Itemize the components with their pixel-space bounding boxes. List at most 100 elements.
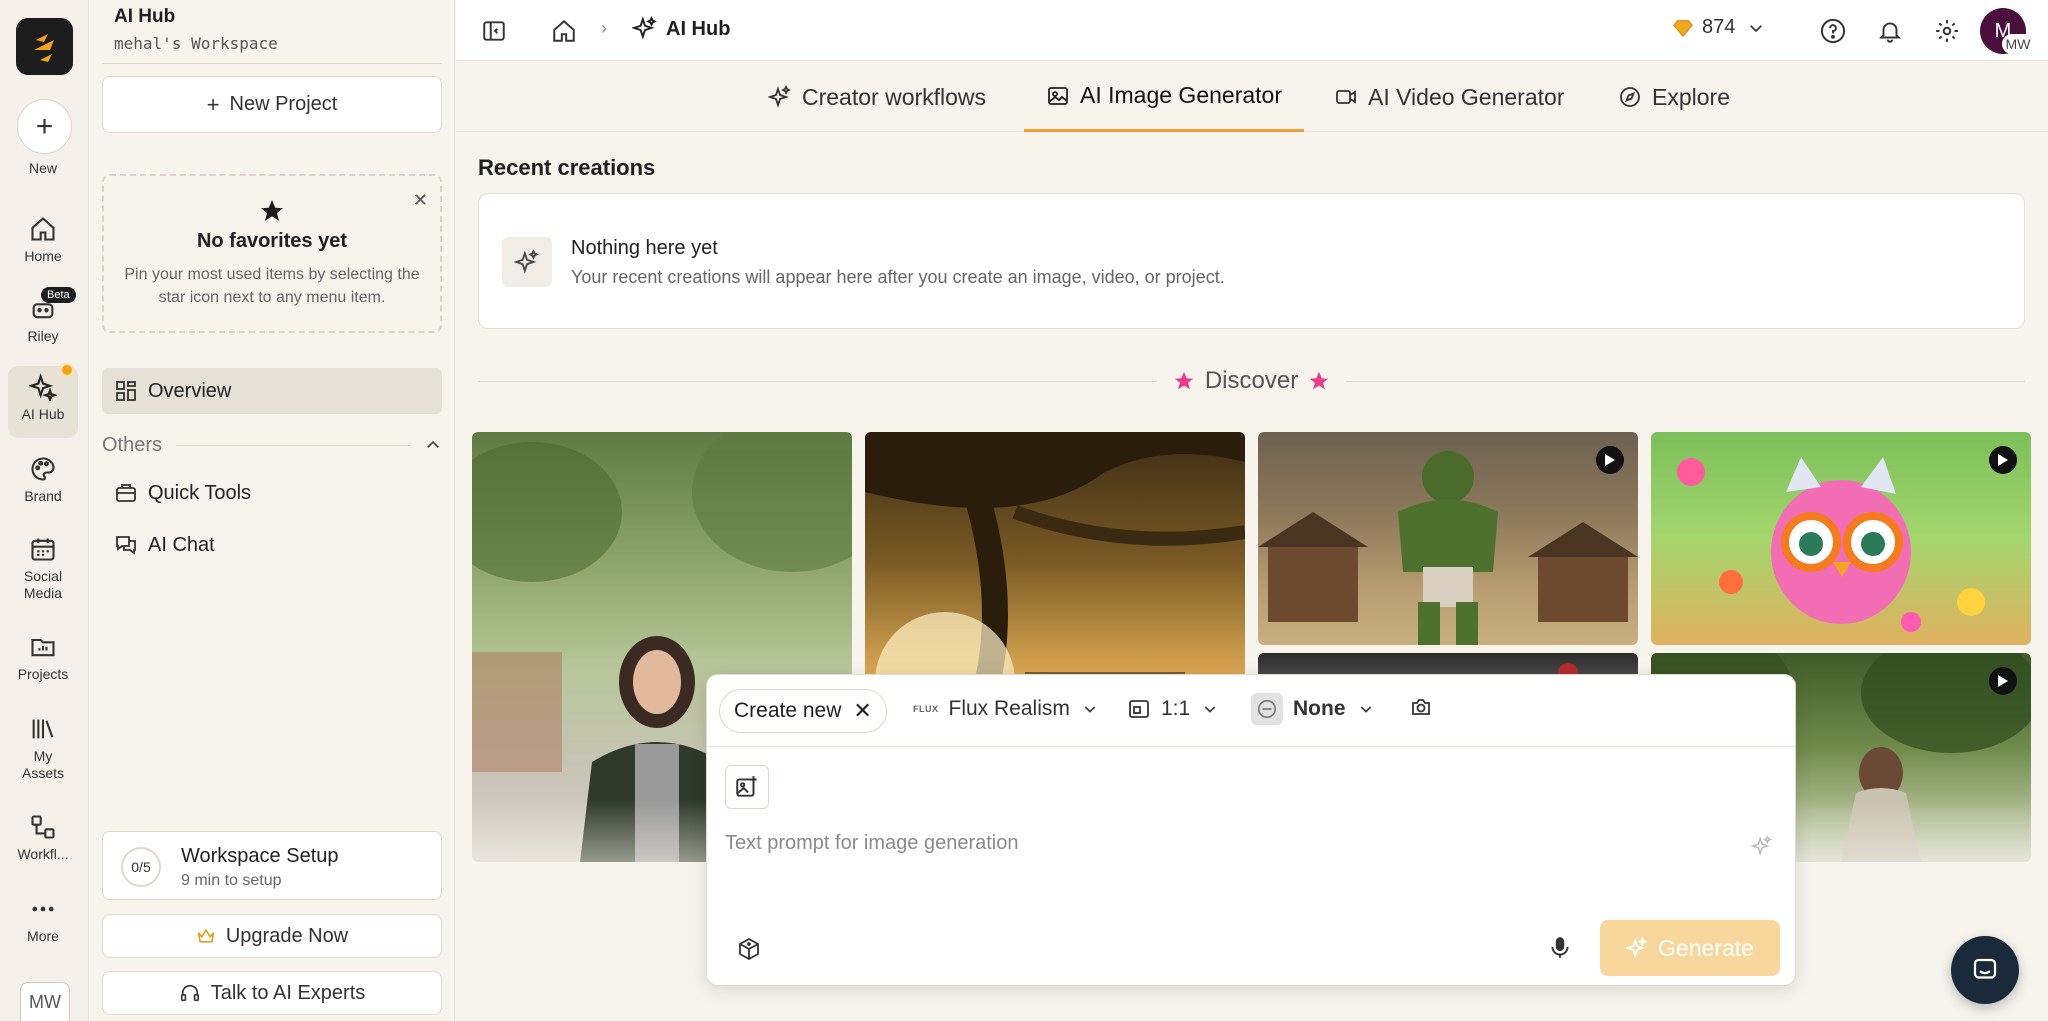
close-icon: ✕	[412, 190, 428, 210]
gallery-item-owl-cartoon[interactable]	[1651, 432, 2031, 645]
plus-icon: +	[206, 91, 220, 117]
microphone-icon	[1551, 937, 1569, 958]
talk-to-experts-button[interactable]: Talk to AI Experts	[102, 971, 442, 1015]
setup-progress-ring: 0/5	[121, 847, 161, 887]
help-button[interactable]	[1818, 16, 1848, 46]
model-select[interactable]: FLUX Flux Realism	[913, 697, 1098, 721]
setup-subtitle: 9 min to setup	[181, 872, 282, 889]
library-icon	[28, 714, 58, 744]
add-image-button[interactable]	[725, 765, 769, 809]
tab-explore[interactable]: Explore	[1618, 62, 1730, 132]
enhance-prompt-button[interactable]	[1751, 835, 1773, 857]
camera-icon	[1412, 699, 1430, 715]
new-label: New	[28, 160, 57, 176]
logo-mark-icon	[33, 33, 54, 62]
chevron-up-icon	[424, 436, 442, 454]
rail-item-projects[interactable]: Projects	[8, 626, 78, 683]
discover-label: Discover	[1204, 367, 1299, 394]
chat-bubble-icon	[1973, 958, 1997, 979]
rail-item-brand[interactable]: Brand	[8, 448, 78, 505]
palette-icon	[28, 454, 58, 484]
others-section-header[interactable]: Others	[102, 432, 442, 458]
rail-item-social-media[interactable]: Social Media	[8, 528, 78, 602]
side-panel: AI Hub mehal's Workspace + New Project ✕…	[90, 0, 455, 1021]
chat-icon	[114, 533, 138, 557]
chevron-down-icon	[1358, 701, 1374, 717]
more-icon	[28, 894, 58, 924]
workflow-icon	[28, 812, 58, 842]
rail-avatar[interactable]: MW	[20, 982, 70, 1021]
rail-item-more[interactable]: More	[8, 888, 78, 945]
sparkles-icon	[28, 372, 58, 402]
owl-cartoon-image	[1677, 457, 1985, 632]
rail-item-workflows[interactable]: Workfl...	[8, 806, 78, 863]
generate-button[interactable]: Generate	[1600, 920, 1780, 976]
sparkles-icon	[1626, 937, 1648, 959]
settings-button[interactable]	[1932, 16, 1962, 46]
no-style-icon	[1251, 693, 1283, 725]
divider	[102, 63, 442, 64]
notifications-button[interactable]	[1875, 16, 1905, 46]
workspace-name[interactable]: mehal's Workspace	[114, 34, 278, 53]
play-icon	[1989, 667, 2017, 695]
gallery-item-giant-village[interactable]	[1258, 432, 1638, 645]
create-new-chip[interactable]: Create new ✕	[719, 689, 887, 733]
prompt-composer: Create new ✕ FLUX Flux Realism 1:1 None	[706, 674, 1796, 986]
chevron-down-icon	[1082, 701, 1098, 717]
sidebar-item-ai-chat[interactable]: AI Chat	[114, 533, 215, 557]
plus-icon: +	[35, 109, 54, 143]
headset-icon	[179, 982, 201, 1004]
style-select[interactable]: None	[1251, 693, 1374, 725]
flux-logo-icon: FLUX	[913, 704, 939, 714]
credits-dropdown[interactable]: 874	[1672, 16, 1765, 39]
camera-button[interactable]	[1409, 695, 1433, 719]
tab-ai-video-generator[interactable]: AI Video Generator	[1334, 62, 1564, 132]
discover-divider: Discover	[478, 366, 2026, 396]
new-project-button[interactable]: + New Project	[102, 76, 442, 133]
upgrade-now-button[interactable]: Upgrade Now	[102, 914, 442, 958]
voice-input-button[interactable]	[1547, 935, 1573, 961]
star-icon	[1310, 371, 1329, 390]
folder-icon	[28, 632, 58, 662]
rail-item-home[interactable]: Home	[8, 208, 78, 265]
rail-item-my-assets[interactable]: My Assets	[8, 708, 78, 782]
sidebar-item-quick-tools[interactable]: Quick Tools	[114, 481, 251, 505]
random-prompt-button[interactable]	[737, 937, 761, 961]
dashboard-icon	[114, 379, 138, 403]
tab-bar: Creator workflows AI Image Generator AI …	[456, 62, 2048, 132]
top-bar: › AI Hub 874 M MW	[456, 0, 2048, 61]
image-icon	[1127, 697, 1151, 721]
close-favorites-button[interactable]: ✕	[413, 190, 428, 211]
home-icon	[28, 214, 58, 244]
support-chat-button[interactable]	[1951, 936, 2019, 1004]
left-rail: + New Home Riley Beta AI Hub Brand Socia…	[0, 0, 89, 1021]
sidebar-item-overview[interactable]: Overview	[102, 368, 442, 414]
play-icon	[1989, 446, 2017, 474]
user-initials: MW	[2002, 34, 2034, 54]
help-icon	[1820, 18, 1846, 44]
favorites-description: Pin your most used items by selecting th…	[124, 266, 420, 306]
workspace-setup-card[interactable]: 0/5 Workspace Setup 9 min to setup	[102, 831, 442, 900]
home-button[interactable]	[549, 16, 579, 46]
tab-creator-workflows[interactable]: Creator workflows	[768, 62, 986, 132]
breadcrumb: AI Hub	[632, 16, 730, 42]
favorites-empty: ✕ No favorites yet Pin your most used it…	[102, 174, 442, 333]
app-logo[interactable]	[16, 18, 73, 75]
tab-ai-image-generator[interactable]: AI Image Generator	[1024, 62, 1304, 132]
gear-icon	[1936, 20, 1958, 42]
beta-badge: Beta	[41, 287, 76, 303]
chevron-down-icon	[1747, 19, 1765, 37]
aspect-ratio-select[interactable]: 1:1	[1127, 697, 1218, 721]
favorites-title: No favorites yet	[196, 230, 348, 252]
sparkles-icon	[632, 16, 658, 42]
giant-village-image	[1258, 451, 1638, 645]
composer-toolbar: Create new ✕ FLUX Flux Realism 1:1 None	[707, 675, 1795, 747]
close-icon[interactable]: ✕	[853, 698, 871, 724]
empty-state-description: Your recent creations will appear here a…	[571, 267, 1225, 287]
sparkles-icon	[768, 85, 792, 109]
prompt-input[interactable]	[725, 823, 1725, 863]
bell-icon	[1878, 22, 1902, 43]
new-button[interactable]: +	[17, 99, 72, 154]
sparkles-icon	[502, 237, 552, 287]
toggle-sidebar-button[interactable]	[479, 16, 509, 46]
